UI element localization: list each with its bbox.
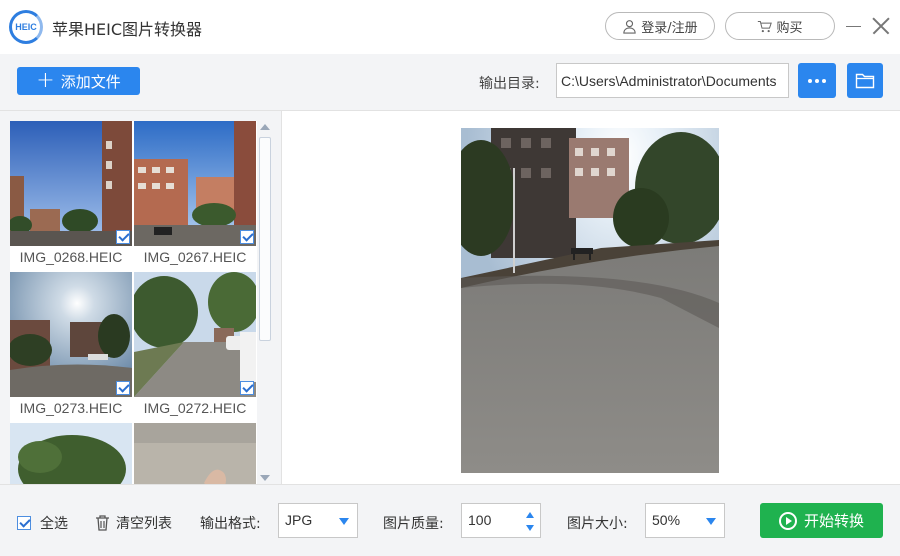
file-checkbox[interactable] <box>116 230 130 244</box>
bottom-bar: 全选 清空列表 输出格式: JPG 图片质量: 100 图片大小: 50% 开始… <box>0 484 900 556</box>
file-item[interactable] <box>134 423 256 485</box>
file-name: IMG_0272.HEIC <box>134 397 256 422</box>
output-format-select[interactable]: JPG <box>278 503 358 538</box>
preview-image <box>461 128 719 473</box>
file-item[interactable] <box>10 423 132 485</box>
output-format-label: 输出格式: <box>200 516 261 532</box>
open-folder-button[interactable] <box>847 63 883 98</box>
select-all-label: 全选 <box>40 516 68 532</box>
login-button[interactable]: 登录/注册 <box>605 12 715 40</box>
buy-label: 购买 <box>776 20 803 36</box>
app-logo-icon: HEIC <box>9 10 43 44</box>
buy-button[interactable]: 购买 <box>725 12 835 40</box>
title-bar: HEIC 苹果HEIC图片转换器 登录/注册 购买 <box>0 0 900 54</box>
more-options-button[interactable] <box>798 63 836 98</box>
login-label: 登录/注册 <box>641 20 698 36</box>
thumbnail-image <box>134 121 256 246</box>
decrement-arrow-icon[interactable] <box>526 525 534 531</box>
scroll-thumb[interactable] <box>259 137 271 341</box>
user-icon <box>623 19 636 34</box>
thumbnail-image <box>134 423 256 485</box>
play-icon <box>778 511 797 530</box>
add-file-button[interactable]: + 添加文件 <box>17 67 140 95</box>
file-checkbox[interactable] <box>240 230 254 244</box>
file-checkbox[interactable] <box>116 381 130 395</box>
quality-label: 图片质量: <box>383 516 444 532</box>
output-dir-label: 输出目录: <box>479 76 540 92</box>
output-format-value: JPG <box>285 512 313 528</box>
quality-stepper[interactable]: 100 <box>461 503 541 538</box>
select-all-checkbox[interactable] <box>17 516 31 530</box>
file-item[interactable]: IMG_0267.HEIC <box>134 121 256 271</box>
toolbar: + 添加文件 输出目录: <box>0 54 900 111</box>
scroll-up-arrow-icon[interactable] <box>260 124 270 130</box>
minimize-icon[interactable] <box>846 16 862 36</box>
folder-icon <box>855 73 875 89</box>
thumbnail-scrollbar[interactable] <box>258 121 272 485</box>
increment-arrow-icon[interactable] <box>526 512 534 518</box>
thumbnail-image <box>134 272 256 397</box>
file-item[interactable]: IMG_0272.HEIC <box>134 272 256 422</box>
start-convert-label: 开始转换 <box>803 512 864 530</box>
file-name: IMG_0267.HEIC <box>134 246 256 271</box>
scroll-down-arrow-icon[interactable] <box>260 475 270 481</box>
cart-icon <box>758 20 773 32</box>
plus-icon: + <box>36 68 55 93</box>
chevron-down-icon <box>706 518 716 525</box>
file-checkbox[interactable] <box>240 381 254 395</box>
image-size-value: 50% <box>652 512 681 528</box>
file-name: IMG_0268.HEIC <box>10 246 132 271</box>
trash-icon <box>96 515 109 531</box>
output-path-input[interactable] <box>556 63 789 98</box>
chevron-down-icon <box>339 518 349 525</box>
clear-list-button[interactable]: 清空列表 <box>95 513 172 533</box>
add-file-label: 添加文件 <box>60 72 121 91</box>
preview-area <box>283 111 900 484</box>
logo-text: HEIC <box>15 22 37 32</box>
image-size-select[interactable]: 50% <box>645 503 725 538</box>
thumbnail-image <box>10 121 132 246</box>
image-size-label: 图片大小: <box>567 516 628 532</box>
ellipsis-icon <box>808 78 826 83</box>
file-item[interactable]: IMG_0273.HEIC <box>10 272 132 422</box>
start-convert-button[interactable]: 开始转换 <box>760 503 883 538</box>
file-name: IMG_0273.HEIC <box>10 397 132 422</box>
app-title: 苹果HEIC图片转换器 <box>52 20 203 39</box>
clear-list-label: 清空列表 <box>116 516 172 532</box>
file-item[interactable]: IMG_0268.HEIC <box>10 121 132 271</box>
quality-value: 100 <box>468 512 492 528</box>
select-all[interactable]: 全选 <box>17 513 68 533</box>
close-icon[interactable] <box>872 17 890 35</box>
file-list-panel: IMG_0268.HEIC IMG_0267.HEIC IMG_0273.HEI… <box>0 111 282 485</box>
thumbnail-image <box>10 272 132 397</box>
thumbnail-grid: IMG_0268.HEIC IMG_0267.HEIC IMG_0273.HEI… <box>10 121 257 485</box>
thumbnail-image <box>10 423 132 485</box>
